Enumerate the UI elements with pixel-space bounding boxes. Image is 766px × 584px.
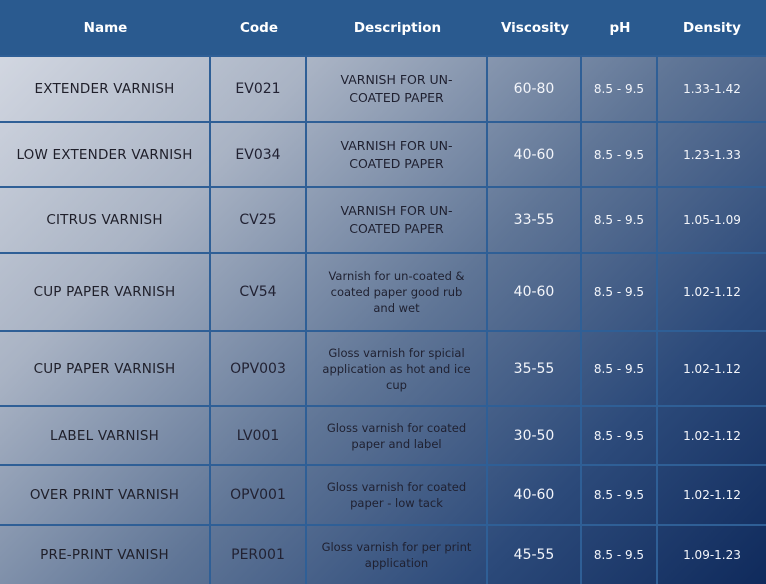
table-row: OVER PRINT VARNISH OPV001 Gloss varnish fo… (0, 466, 766, 524)
table-row: LOW EXTENDER VARNISH EV034 VARNISH FOR UN-… (0, 123, 766, 186)
table-row: EXTENDER VARNISH EV021 VARNISH FOR UN-COAT… (0, 57, 766, 121)
cell-code: PER001 (211, 526, 307, 584)
cell-density: 1.02-1.12 (683, 361, 741, 376)
varnish-spec-table: Name Code Description Viscosity pH Densi… (0, 0, 766, 584)
cell-viscosity: 30-50 (488, 407, 582, 464)
cell-description: Gloss varnish for coated paper - low tac… (307, 466, 488, 524)
cell-name: PRE-PRINT VANISH (0, 526, 211, 584)
header-ph: pH (609, 19, 631, 36)
cell-name: CUP PAPER VARNISH (0, 254, 211, 330)
cell-description: VARNISH FOR UN-COATED PAPER (307, 123, 488, 186)
cell-density: 1.05-1.09 (683, 213, 741, 227)
cell-description: VARNISH FOR UN-COATED PAPER (307, 57, 488, 121)
cell-code: OPV003 (211, 332, 307, 405)
header-description: Description (353, 19, 442, 36)
cell-code: CV25 (211, 188, 307, 252)
cell-ph: 8.5 - 9.5 (582, 526, 658, 584)
cell-ph: 8.5 - 9.5 (582, 332, 658, 405)
cell-ph: 8.5 - 9.5 (582, 466, 658, 524)
table-header: Name Code Description Viscosity pH Densi… (0, 0, 766, 55)
cell-code: EV034 (211, 123, 307, 186)
cell-name: EXTENDER VARNISH (0, 57, 211, 121)
cell-code: OPV001 (211, 466, 307, 524)
cell-ph: 8.5 - 9.5 (582, 188, 658, 252)
cell-ph: 8.5 - 9.5 (582, 57, 658, 121)
header-name: Name (83, 19, 128, 36)
table-row: CUP PAPER VARNISH CV54 Varnish for un-coat… (0, 254, 766, 330)
cell-ph: 8.5 - 9.5 (582, 123, 658, 186)
cell-name: CITRUS VARNISH (0, 188, 211, 252)
cell-density: 1.09-1.23 (683, 548, 741, 562)
cell-density: 1.02-1.12 (683, 488, 741, 502)
cell-code: EV021 (211, 57, 307, 121)
cell-density: 1.23-1.33 (683, 147, 741, 162)
cell-viscosity: 33-55 (488, 188, 582, 252)
cell-description: Gloss varnish for per print application (307, 526, 488, 584)
cell-description: Gloss varnish for coated paper and label (307, 407, 488, 464)
cell-viscosity: 45-55 (488, 526, 582, 584)
table-row: LABEL VARNISH LV001 Gloss varnish for coat… (0, 407, 766, 464)
cell-description: Gloss varnish for spicial application as… (307, 332, 488, 405)
cell-code: CV54 (211, 254, 307, 330)
cell-name: CUP PAPER VARNISH (0, 332, 211, 405)
cell-viscosity: 60-80 (488, 57, 582, 121)
cell-viscosity: 40-60 (488, 466, 582, 524)
cell-density: 1.02-1.12 (683, 285, 741, 299)
table-row: PRE-PRINT VANISH PER001 Gloss varnish for … (0, 526, 766, 584)
header-density: Density (683, 19, 741, 36)
cell-ph: 8.5 - 9.5 (582, 254, 658, 330)
header-code: Code (239, 19, 278, 36)
cell-name: LABEL VARNISH (0, 407, 211, 464)
cell-density: 1.02-1.12 (683, 428, 741, 443)
cell-density: 1.33-1.42 (683, 82, 741, 96)
table-row: CUP PAPER VARNISH OPV003 Gloss varnish for… (0, 332, 766, 405)
cell-ph: 8.5 - 9.5 (582, 407, 658, 464)
header-viscosity: Viscosity (500, 19, 570, 36)
cell-description: VARNISH FOR UN-COATED PAPER (307, 188, 488, 252)
cell-code: LV001 (211, 407, 307, 464)
cell-viscosity: 40-60 (488, 254, 582, 330)
table-row: CITRUS VARNISH CV25 VARNISH FOR UN-COATED … (0, 188, 766, 252)
cell-viscosity: 35-55 (488, 332, 582, 405)
cell-description: Varnish for un-coated & coated paper goo… (307, 254, 488, 330)
cell-viscosity: 40-60 (488, 123, 582, 186)
cell-name: OVER PRINT VARNISH (0, 466, 211, 524)
cell-name: LOW EXTENDER VARNISH (0, 123, 211, 186)
